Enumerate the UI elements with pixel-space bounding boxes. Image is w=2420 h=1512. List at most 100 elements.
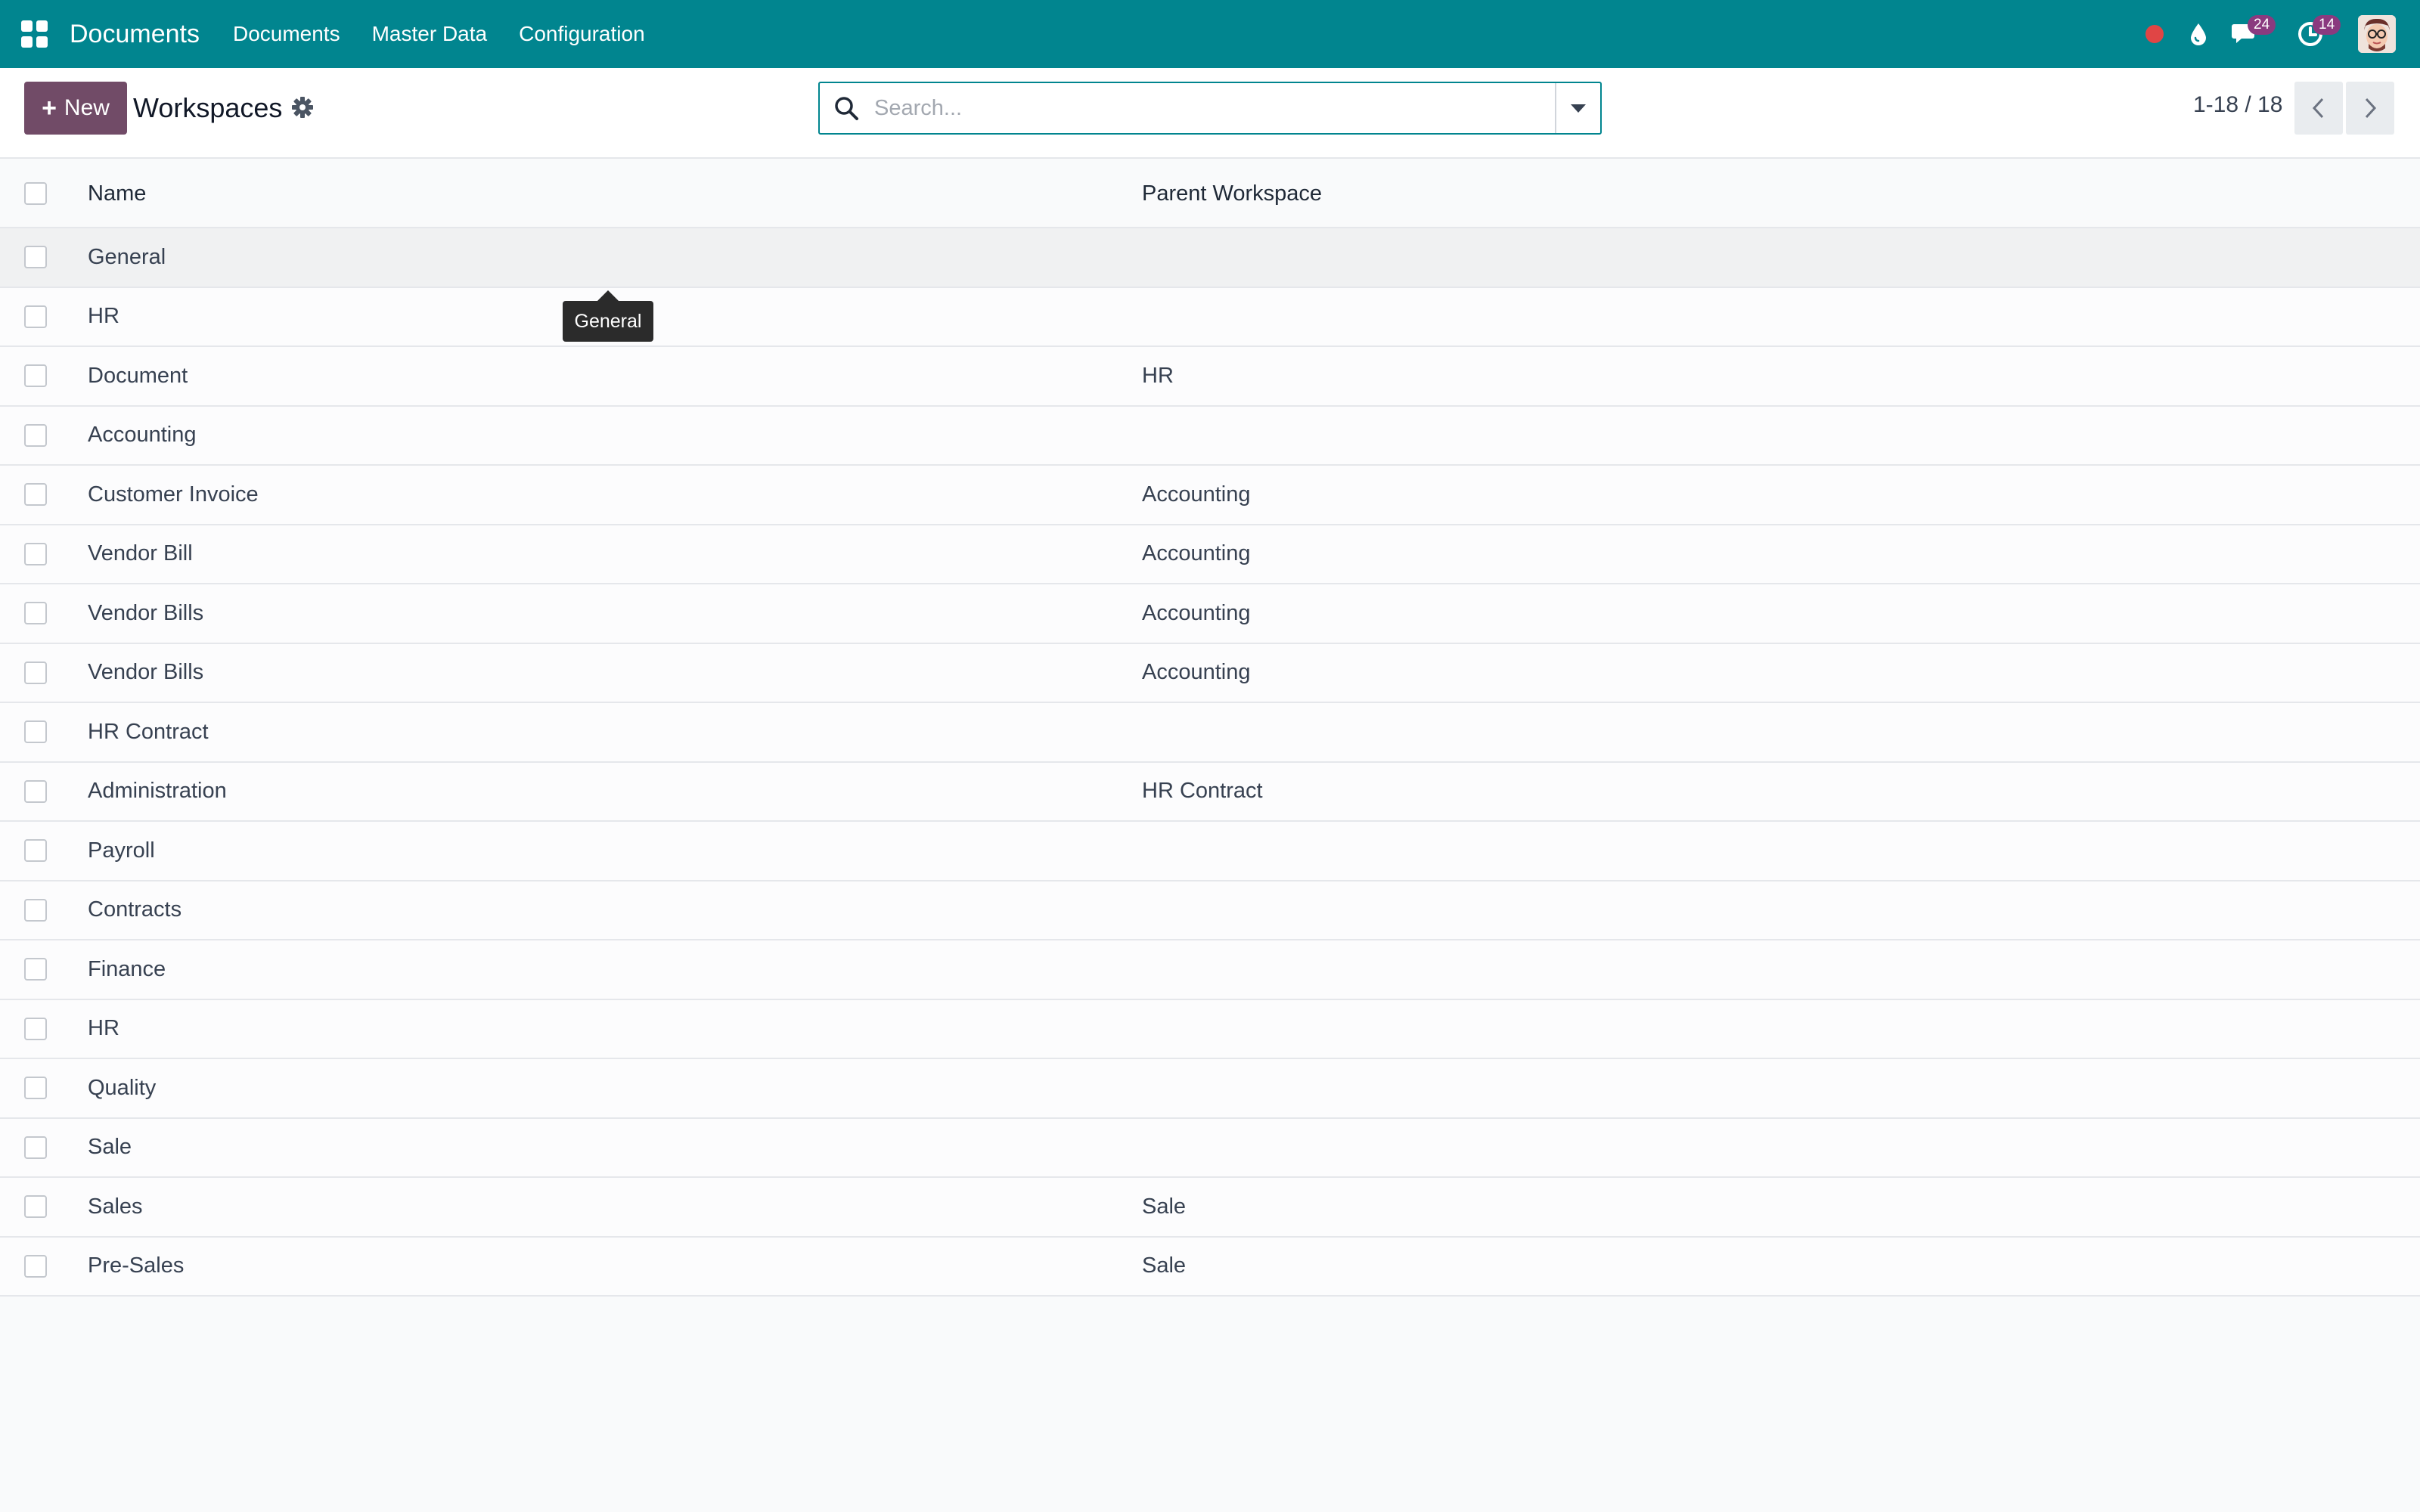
table-row[interactable]: Finance <box>0 940 2420 1000</box>
table-row[interactable]: Sales Sale <box>0 1178 2420 1238</box>
cell-name: Sale <box>88 1135 132 1160</box>
row-checkbox[interactable] <box>24 720 47 744</box>
cell-name: Accounting <box>88 423 197 448</box>
cell-name: HR Contract <box>88 719 209 744</box>
table-row[interactable]: Document HR <box>0 347 2420 407</box>
messages-icon[interactable]: 24 <box>2228 15 2276 51</box>
search-options-toggle[interactable] <box>1555 83 1600 133</box>
systray: 24 14 <box>2128 0 2420 68</box>
row-checkbox[interactable] <box>24 958 47 981</box>
control-panel: + New Workspaces 1-18 / 18 <box>0 68 2420 159</box>
caret-down-icon <box>1571 104 1586 113</box>
cell-parent-workspace: Accounting <box>1142 541 1251 566</box>
row-checkbox[interactable] <box>24 602 47 625</box>
cell-name: Contracts <box>88 897 182 922</box>
top-navbar: Documents Documents Master Data Configur… <box>0 0 2420 68</box>
row-checkbox[interactable] <box>24 839 47 863</box>
plus-icon: + <box>42 94 57 122</box>
cell-name: Quality <box>88 1075 157 1100</box>
menu-master-data[interactable]: Master Data <box>372 22 488 46</box>
row-checkbox[interactable] <box>24 246 47 269</box>
table-row[interactable]: Quality <box>0 1059 2420 1119</box>
activities-count-badge: 14 <box>2313 15 2341 35</box>
table-row[interactable]: Pre-Sales Sale <box>0 1237 2420 1297</box>
page-title: Workspaces <box>133 92 283 123</box>
cell-name: Document <box>88 363 188 388</box>
cell-name: Vendor Bills <box>88 600 204 625</box>
row-checkbox[interactable] <box>24 779 47 803</box>
cell-parent-workspace: Accounting <box>1142 482 1251 507</box>
row-checkbox[interactable] <box>24 1077 47 1100</box>
cell-parent-workspace: Accounting <box>1142 660 1251 685</box>
cell-parent-workspace: HR Contract <box>1142 779 1263 804</box>
cell-name: Customer Invoice <box>88 482 259 507</box>
app-brand[interactable]: Documents <box>70 20 200 49</box>
record-dot-icon <box>2145 25 2164 43</box>
cell-name: Finance <box>88 956 166 981</box>
row-checkbox[interactable] <box>24 364 47 388</box>
cell-parent-workspace: HR <box>1142 363 1174 388</box>
user-avatar[interactable] <box>2358 15 2396 53</box>
recording-indicator-icon[interactable] <box>2137 17 2172 51</box>
cell-name: Payroll <box>88 838 155 863</box>
row-checkbox[interactable] <box>24 1136 47 1159</box>
cell-name: Vendor Bill <box>88 541 193 566</box>
row-checkbox[interactable] <box>24 898 47 922</box>
table-row[interactable]: HR <box>0 287 2420 347</box>
column-header-parent-workspace[interactable]: Parent Workspace <box>1142 181 1322 206</box>
new-button[interactable]: + New <box>24 82 127 135</box>
row-checkbox[interactable] <box>24 1017 47 1040</box>
cell-name: HR <box>88 304 119 329</box>
table-row[interactable]: HR Contract <box>0 703 2420 763</box>
table-row[interactable]: Payroll <box>0 822 2420 881</box>
menu-documents[interactable]: Documents <box>233 22 340 46</box>
table-row[interactable]: Sale <box>0 1118 2420 1178</box>
table-row[interactable]: Customer Invoice Accounting <box>0 466 2420 525</box>
pager-value[interactable]: 1-18 / 18 <box>2193 92 2282 118</box>
droplet-icon[interactable] <box>2181 17 2216 51</box>
user-face-icon <box>2358 15 2396 53</box>
search-bar <box>818 82 1602 135</box>
table-row[interactable]: Vendor Bill Accounting <box>0 525 2420 584</box>
row-checkbox[interactable] <box>24 305 47 328</box>
workspaces-list: Name Parent Workspace General HR Document H… <box>0 160 2420 1297</box>
table-row[interactable]: Vendor Bills Accounting <box>0 584 2420 644</box>
table-row[interactable]: Administration HR Contract <box>0 762 2420 822</box>
table-row[interactable]: HR <box>0 999 2420 1059</box>
pager-next-button[interactable] <box>2346 82 2394 135</box>
table-row[interactable]: Vendor Bills Accounting <box>0 643 2420 703</box>
cell-name: Vendor Bills <box>88 660 204 685</box>
row-checkbox[interactable] <box>24 483 47 507</box>
cell-name: Sales <box>88 1194 143 1219</box>
gear-icon[interactable] <box>290 95 315 119</box>
search-input[interactable] <box>874 85 1555 131</box>
table-row[interactable]: General <box>0 228 2420 288</box>
row-checkbox[interactable] <box>24 661 47 684</box>
table-row[interactable]: Contracts <box>0 881 2420 940</box>
cell-name: General <box>88 244 166 269</box>
cell-name: HR <box>88 1016 119 1041</box>
cell-name: Pre-Sales <box>88 1253 185 1278</box>
column-header-name[interactable]: Name <box>88 181 146 206</box>
chevron-left-icon <box>2312 98 2324 119</box>
cell-name: Administration <box>88 779 227 804</box>
cell-parent-workspace: Sale <box>1142 1194 1187 1219</box>
row-checkbox[interactable] <box>24 1195 47 1219</box>
chevron-right-icon <box>2365 98 2377 119</box>
messages-count-badge: 24 <box>2248 15 2276 35</box>
row-checkbox[interactable] <box>24 542 47 565</box>
new-button-label: New <box>64 95 110 120</box>
search-icon <box>835 97 858 120</box>
row-checkbox[interactable] <box>24 1254 47 1278</box>
table-row[interactable]: Accounting <box>0 406 2420 466</box>
row-checkbox[interactable] <box>24 423 47 447</box>
water-drop-icon <box>2191 23 2206 45</box>
pager-previous-button[interactable] <box>2294 82 2343 135</box>
cell-parent-workspace: Sale <box>1142 1253 1187 1278</box>
tooltip: General <box>563 290 653 342</box>
apps-menu-icon[interactable] <box>21 20 48 48</box>
list-body: General HR Document HR Accounting Customer In… <box>0 228 2420 1297</box>
select-all-checkbox[interactable] <box>24 182 47 205</box>
menu-configuration[interactable]: Configuration <box>519 22 645 46</box>
activities-icon[interactable]: 14 <box>2293 15 2341 51</box>
